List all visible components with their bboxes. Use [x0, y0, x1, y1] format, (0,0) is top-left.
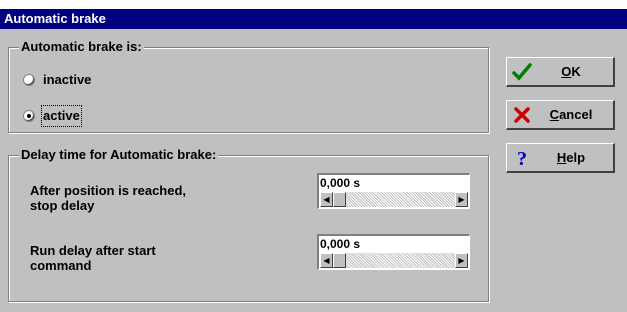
radio-active-label: active — [41, 105, 82, 127]
help-button[interactable]: ? Help — [506, 143, 615, 173]
brake-state-group: Automatic brake is: inactive active — [8, 39, 489, 133]
stop-delay-value[interactable]: 0,000 s — [319, 175, 469, 192]
window-title: Automatic brake — [4, 11, 106, 26]
stop-delay-field[interactable]: 0,000 s ◀ ▶ — [317, 173, 470, 209]
x-icon — [507, 106, 537, 124]
run-delay-scrollbar[interactable]: ◀ ▶ — [320, 253, 468, 268]
scroll-right-icon[interactable]: ▶ — [455, 192, 468, 207]
radio-inactive[interactable]: inactive — [23, 71, 91, 89]
radio-active[interactable]: active — [23, 105, 82, 127]
radio-active-circle[interactable] — [23, 110, 35, 122]
run-delay-label: Run delay after start command — [30, 243, 156, 273]
automatic-brake-dialog: Automatic brake Automatic brake is: inac… — [0, 0, 627, 312]
delay-time-group-title: Delay time for Automatic brake: — [19, 147, 219, 163]
ok-label-text: O — [561, 64, 572, 79]
scroll-thumb[interactable] — [333, 253, 346, 268]
stop-delay-scrollbar[interactable]: ◀ ▶ — [320, 192, 468, 207]
svg-text:?: ? — [517, 148, 527, 168]
check-icon — [507, 62, 537, 81]
stop-delay-label-line1: After position is reached, — [30, 183, 187, 198]
brake-state-group-title: Automatic brake is: — [19, 39, 144, 55]
title-bar: Automatic brake — [0, 9, 627, 29]
scroll-track[interactable] — [333, 253, 455, 268]
run-delay-label-line1: Run delay after start — [30, 243, 156, 258]
run-delay-label-line2: command — [30, 258, 92, 273]
cancel-button[interactable]: Cancel — [506, 100, 615, 130]
question-icon: ? — [507, 148, 537, 168]
scroll-thumb[interactable] — [333, 192, 346, 207]
scroll-left-icon[interactable]: ◀ — [320, 192, 333, 207]
cancel-button-label: Cancel — [549, 107, 593, 122]
scroll-track[interactable] — [333, 192, 455, 207]
run-delay-field[interactable]: 0,000 s ◀ ▶ — [317, 234, 470, 270]
top-band — [0, 0, 627, 9]
stop-delay-label-line2: stop delay — [30, 198, 95, 213]
ok-button-label: OK — [561, 64, 581, 79]
radio-inactive-label: inactive — [43, 72, 92, 87]
scroll-left-icon[interactable]: ◀ — [320, 253, 333, 268]
scroll-right-icon[interactable]: ▶ — [455, 253, 468, 268]
radio-inactive-circle[interactable] — [23, 74, 35, 86]
ok-button[interactable]: OK — [506, 57, 615, 87]
help-button-label: Help — [556, 150, 586, 165]
run-delay-value[interactable]: 0,000 s — [319, 236, 469, 253]
stop-delay-label: After position is reached, stop delay — [30, 183, 186, 213]
